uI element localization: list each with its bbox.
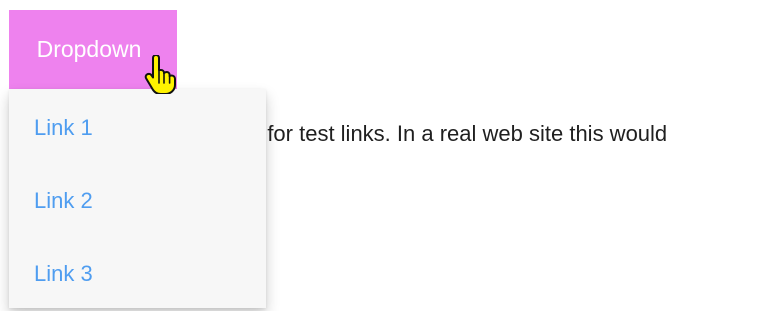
dropdown-link-3[interactable]: Link 3: [9, 235, 266, 308]
dropdown-button[interactable]: Dropdown: [9, 10, 177, 89]
dropdown-demo-page: Dropdown ' for test links. In a real web…: [0, 0, 777, 311]
dropdown-menu: Link 1 Link 2 Link 3: [9, 89, 266, 308]
dropdown-link-1[interactable]: Link 1: [9, 89, 266, 162]
dropdown-link-2[interactable]: Link 2: [9, 162, 266, 235]
partially-covered-description-text: ' for test links. In a real web site thi…: [257, 121, 668, 146]
